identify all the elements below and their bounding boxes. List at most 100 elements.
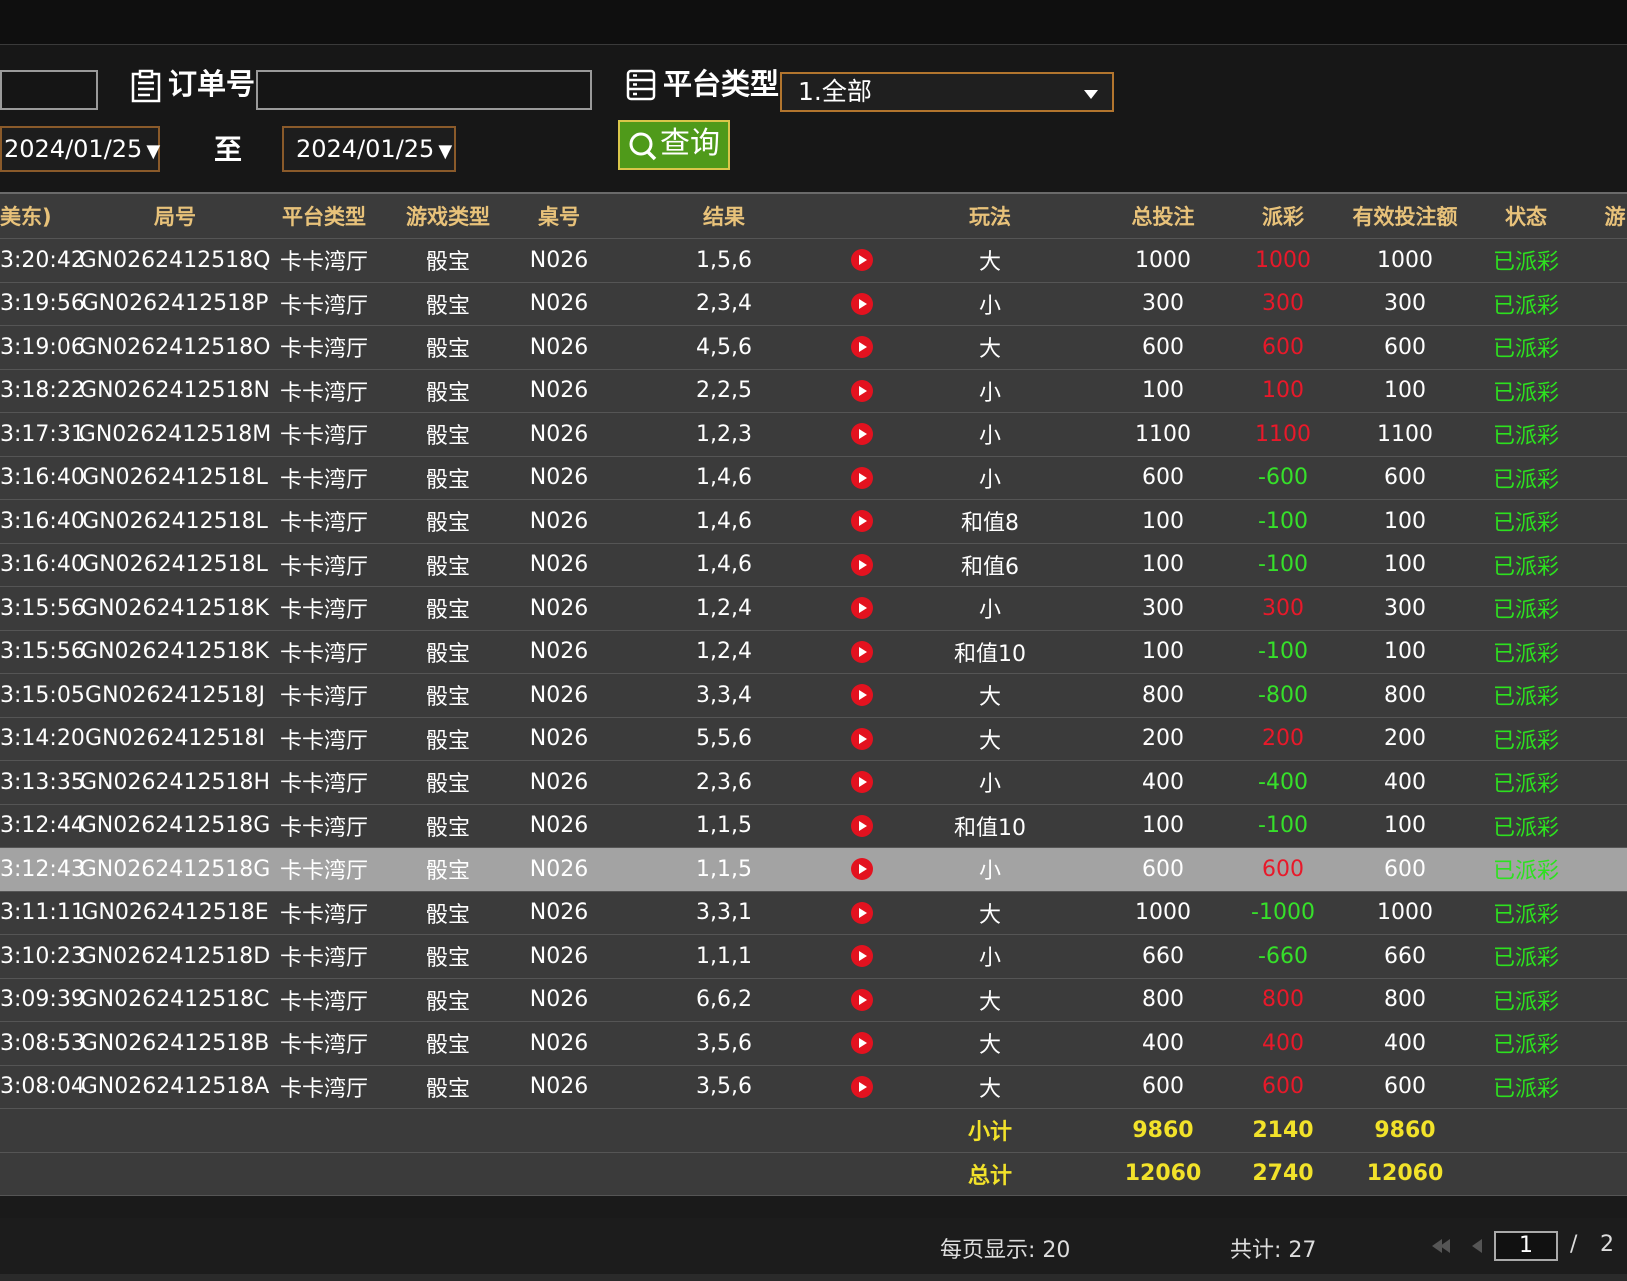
result-cell: 1,1,5 (696, 813, 752, 839)
replay-cell[interactable] (840, 1022, 884, 1065)
table-row[interactable]: 3:15:56 GN0262412518K 卡卡湾厅 骰宝 N026 1,2,4 和值10 1… (0, 630, 1627, 674)
play-video-icon[interactable] (851, 292, 873, 315)
status-cell: 已派彩 (1492, 424, 1559, 450)
prev-page-icon[interactable] (1472, 1239, 1482, 1253)
replay-cell[interactable] (840, 1066, 884, 1109)
status-cell: 已派彩 (1492, 989, 1559, 1015)
round-id-cell: GN0262412518L (82, 508, 268, 534)
partial-text-field[interactable] (0, 70, 98, 110)
play-video-icon[interactable] (851, 423, 873, 446)
replay-cell[interactable] (840, 283, 884, 326)
valid-bet-cell: 800 (1384, 682, 1426, 708)
bottom-strip (0, 1274, 1627, 1281)
column-header[interactable]: 桌号 (518, 194, 600, 238)
play-video-icon[interactable] (851, 597, 873, 620)
replay-cell[interactable] (840, 370, 884, 413)
table-row[interactable]: 3:16:40 GN0262412518L 卡卡湾厅 骰宝 N026 1,4,6 和值6 10… (0, 543, 1627, 587)
column-header[interactable]: 局号 (84, 194, 266, 238)
table-row[interactable]: 3:09:39 GN0262412518C 卡卡湾厅 骰宝 N026 6,6,2 大 800 8… (0, 978, 1627, 1022)
replay-cell[interactable] (840, 500, 884, 543)
play-video-icon[interactable] (851, 858, 873, 881)
bet-type-cell: 小 (978, 467, 1001, 493)
column-header[interactable]: 美东) (0, 194, 78, 238)
table-row[interactable]: 3:20:42 GN0262412518Q 卡卡湾厅 骰宝 N026 1,5,6 大 1000… (0, 239, 1627, 283)
table-row[interactable]: 3:15:56 GN0262412518K 卡卡湾厅 骰宝 N026 1,2,4 小 300 3… (0, 587, 1627, 631)
replay-cell[interactable] (840, 935, 884, 978)
column-header[interactable]: 平台类型 (276, 194, 372, 238)
column-header[interactable]: 派彩 (1230, 194, 1336, 238)
table-no-cell: N026 (529, 465, 589, 491)
table-no-cell: N026 (529, 508, 589, 534)
replay-cell[interactable] (840, 326, 884, 369)
end-date-select[interactable]: 2024/01/25 ▼ (282, 126, 456, 172)
column-header[interactable]: 游 (1600, 194, 1627, 238)
replay-cell[interactable] (840, 979, 884, 1022)
table-no-cell: N026 (529, 639, 589, 665)
table-row[interactable]: 3:14:20 GN0262412518I 卡卡湾厅 骰宝 N026 5,5,6 大 200 2… (0, 717, 1627, 761)
table-row[interactable]: 3:17:31 GN0262412518M 卡卡湾厅 骰宝 N026 1,2,3 小 1100… (0, 413, 1627, 457)
valid-bet-cell: 660 (1384, 943, 1426, 969)
replay-cell[interactable] (840, 761, 884, 804)
status-cell: 已派彩 (1492, 250, 1559, 276)
replay-cell[interactable] (840, 631, 884, 674)
table-row[interactable]: 3:16:40 GN0262412518L 卡卡湾厅 骰宝 N026 1,4,6 和值8 10… (0, 500, 1627, 544)
play-video-icon[interactable] (851, 945, 873, 968)
play-video-icon[interactable] (851, 249, 873, 272)
play-video-icon[interactable] (851, 771, 873, 794)
table-row[interactable]: 3:12:44 GN0262412518G 卡卡湾厅 骰宝 N026 1,1,5 和值10 1… (0, 804, 1627, 848)
table-row[interactable]: 3:10:23 GN0262412518D 卡卡湾厅 骰宝 N026 1,1,1 小 660 -… (0, 935, 1627, 979)
play-video-icon[interactable] (851, 553, 873, 576)
play-video-icon[interactable] (851, 814, 873, 837)
column-header[interactable]: 总投注 (1108, 194, 1218, 238)
column-header[interactable]: 结果 (664, 194, 784, 238)
play-video-icon[interactable] (851, 336, 873, 359)
replay-cell[interactable] (840, 457, 884, 500)
replay-cell[interactable] (840, 674, 884, 717)
platform-cell: 卡卡湾厅 (279, 293, 368, 319)
payout-cell: -100 (1258, 508, 1308, 534)
bet-type-cell: 小 (978, 293, 1001, 319)
replay-cell[interactable] (840, 718, 884, 761)
column-header[interactable]: 状态 (1486, 194, 1566, 238)
play-video-icon[interactable] (851, 727, 873, 750)
play-video-icon[interactable] (851, 1075, 873, 1098)
table-row[interactable]: 3:08:04 GN0262412518A 卡卡湾厅 骰宝 N026 3,5,6 大 600 6… (0, 1065, 1627, 1109)
replay-cell[interactable] (840, 892, 884, 935)
table-row[interactable]: 3:12:43 GN0262412518G 卡卡湾厅 骰宝 N026 1,1,5 小 600 6… (0, 848, 1627, 892)
replay-cell[interactable] (840, 413, 884, 456)
page-number-input[interactable]: 1 (1494, 1231, 1558, 1261)
game-type-cell: 骰宝 (425, 1076, 470, 1102)
platform-type-select[interactable]: 1.全部 (780, 72, 1114, 112)
play-video-icon[interactable] (851, 379, 873, 402)
table-row[interactable]: 3:11:11 GN0262412518E 卡卡湾厅 骰宝 N026 3,3,1 大 1000… (0, 891, 1627, 935)
column-header[interactable]: 玩法 (920, 194, 1060, 238)
play-video-icon[interactable] (851, 640, 873, 663)
replay-cell[interactable] (840, 848, 884, 891)
column-header[interactable]: 游戏类型 (396, 194, 500, 238)
replay-cell[interactable] (840, 544, 884, 587)
table-row[interactable]: 3:16:40 GN0262412518L 卡卡湾厅 骰宝 N026 1,4,6 小 600 -… (0, 456, 1627, 500)
query-button[interactable]: 查询 (618, 120, 730, 170)
table-row[interactable]: 3:13:35 GN0262412518H 卡卡湾厅 骰宝 N026 2,3,6 小 400 -… (0, 761, 1627, 805)
table-row[interactable]: 3:19:06 GN0262412518O 卡卡湾厅 骰宝 N026 4,5,6 大 600 6… (0, 326, 1627, 370)
play-video-icon[interactable] (851, 466, 873, 489)
table-row[interactable]: 3:18:22 GN0262412518N 卡卡湾厅 骰宝 N026 2,2,5 小 100 1… (0, 369, 1627, 413)
table-no-cell: N026 (529, 247, 589, 273)
column-header[interactable]: 有效投注额 (1346, 194, 1464, 238)
time-cell: 3:08:04 (0, 1074, 85, 1100)
table-row[interactable]: 3:19:56 GN0262412518P 卡卡湾厅 骰宝 N026 2,3,4 小 300 3… (0, 282, 1627, 326)
replay-cell[interactable] (840, 587, 884, 630)
play-video-icon[interactable] (851, 1032, 873, 1055)
play-video-icon[interactable] (851, 510, 873, 533)
play-video-icon[interactable] (851, 684, 873, 707)
table-row[interactable]: 3:08:53 GN0262412518B 卡卡湾厅 骰宝 N026 3,5,6 大 400 4… (0, 1022, 1627, 1066)
replay-cell[interactable] (840, 239, 884, 282)
replay-cell[interactable] (840, 805, 884, 848)
start-date-select[interactable]: 2024/01/25 ▼ (0, 126, 160, 172)
bet-type-cell: 大 (978, 250, 1001, 276)
play-video-icon[interactable] (851, 901, 873, 924)
table-row[interactable]: 3:15:05 GN0262412518J 卡卡湾厅 骰宝 N026 3,3,4 大 800 -… (0, 674, 1627, 718)
platform-cell: 卡卡湾厅 (279, 685, 368, 711)
order-number-input[interactable] (256, 70, 592, 110)
play-video-icon[interactable] (851, 988, 873, 1011)
